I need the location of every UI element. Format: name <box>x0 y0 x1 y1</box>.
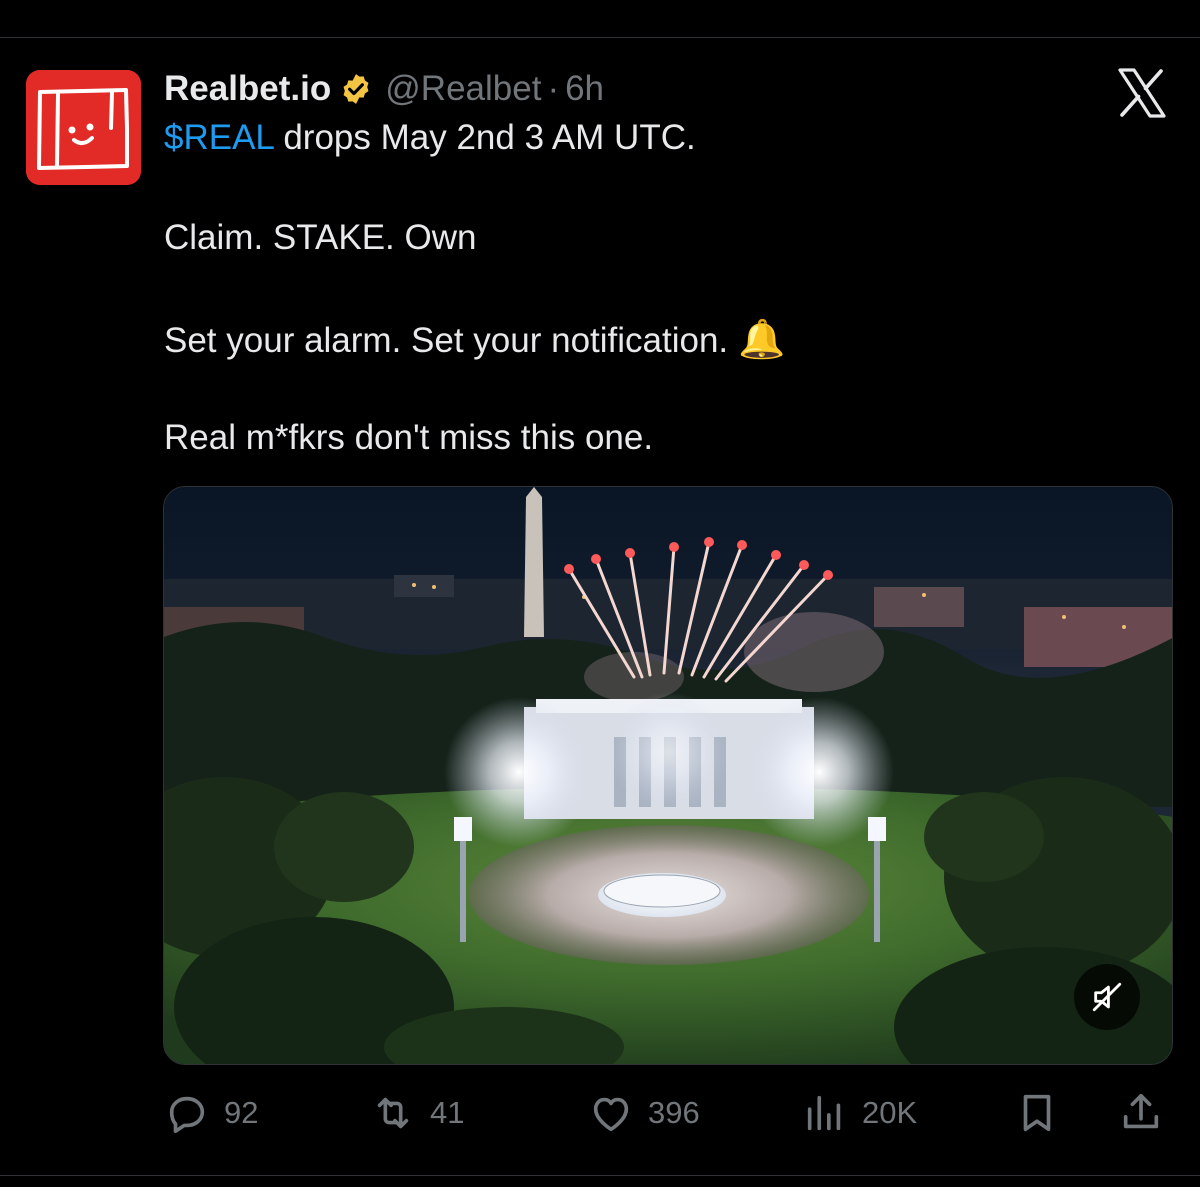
repost-icon <box>377 1097 409 1129</box>
cashtag-link[interactable]: $REAL <box>164 118 274 157</box>
video-frame <box>164 487 1172 1064</box>
mute-toggle-button[interactable] <box>1074 964 1140 1030</box>
heart-icon <box>593 1097 629 1132</box>
views-count: 20K <box>862 1095 918 1130</box>
top-divider <box>0 37 1200 38</box>
speaker-muted-icon <box>1092 982 1122 1012</box>
tweet-text-line-1: $REAL drops May 2nd 3 AM UTC. <box>164 118 696 158</box>
verified-badge-icon <box>343 74 369 104</box>
header-separator: · <box>547 69 560 108</box>
tweet-text-line-3: Set your alarm. Set your notification. 🔔 <box>164 318 785 362</box>
share-button[interactable] <box>1118 1088 1164 1138</box>
reply-button[interactable]: 92 <box>164 1088 258 1138</box>
tweet-text-line-2: Claim. STAKE. Own <box>164 218 477 257</box>
share-icon <box>1123 1093 1159 1129</box>
views-icon <box>807 1095 841 1131</box>
action-bar: 92 41 396 20K <box>164 1088 1174 1138</box>
author-handle[interactable]: @Realbet <box>385 69 541 109</box>
author-avatar[interactable] <box>26 70 141 185</box>
like-count: 396 <box>648 1095 700 1130</box>
reply-count: 92 <box>224 1095 259 1130</box>
tweet-text-line-1-rest: drops May 2nd 3 AM UTC. <box>273 118 696 157</box>
reply-icon <box>169 1096 205 1134</box>
bell-emoji-icon: 🔔 <box>738 319 786 361</box>
bookmark-icon <box>1023 1094 1051 1132</box>
tweet-timestamp[interactable]: 6h <box>565 69 604 109</box>
repost-count: 41 <box>430 1095 465 1130</box>
tweet-text-line-3-text: Set your alarm. Set your notification. <box>164 321 729 360</box>
realbet-logo-icon <box>26 70 141 185</box>
bottom-divider <box>0 1175 1200 1176</box>
tweet-text-line-4: Real m*fkrs don't miss this one. <box>164 418 654 457</box>
like-button[interactable]: 396 <box>588 1088 700 1138</box>
tweet-header: Realbet.io @Realbet · 6h <box>164 68 604 110</box>
views-button[interactable]: 20K <box>802 1088 917 1138</box>
bookmark-button[interactable] <box>1014 1088 1060 1138</box>
author-display-name[interactable]: Realbet.io <box>164 69 331 109</box>
repost-button[interactable]: 41 <box>370 1088 464 1138</box>
x-logo-icon <box>1118 68 1166 118</box>
tweet-video[interactable] <box>163 486 1173 1065</box>
